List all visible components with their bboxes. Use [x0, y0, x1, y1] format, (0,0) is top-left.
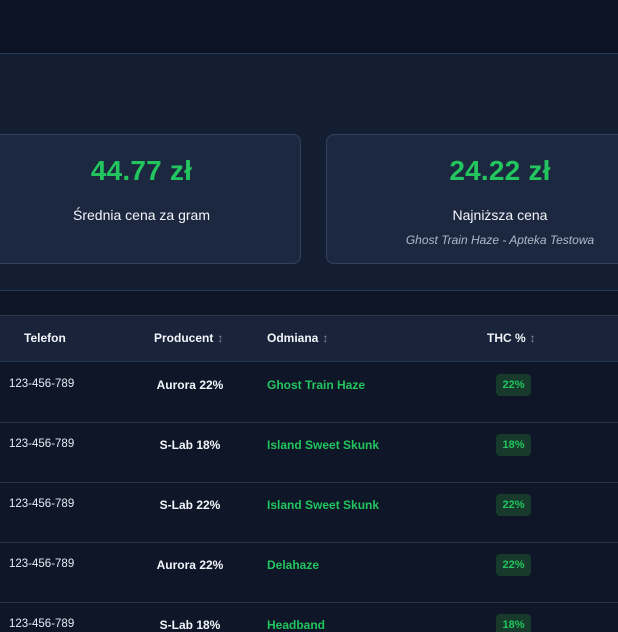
prices-table: Telefon Producent ↕ Odmiana ↕ THC % ↕ 123-4…: [0, 315, 618, 632]
table-header: Telefon Producent ↕ Odmiana ↕ THC % ↕: [0, 316, 618, 362]
header-producer-label: Producent: [154, 331, 214, 345]
phone-cell: 123-456-789: [9, 498, 75, 510]
header-phone: Telefon: [24, 331, 66, 345]
producer-cell: Aurora 22%: [156, 378, 224, 392]
phone-cell: 123-456-789: [9, 438, 75, 450]
min-price-value: 24.22 zł: [449, 155, 551, 186]
top-bar: [0, 0, 618, 54]
header-thc[interactable]: THC % ↕: [487, 331, 536, 345]
sort-icon[interactable]: ↕: [530, 331, 536, 345]
header-strain[interactable]: Odmiana ↕: [267, 331, 328, 345]
page: 44.77 zł Średnia cena za gram 24.22 zł N…: [0, 0, 618, 632]
header-thc-label: THC %: [487, 331, 526, 345]
producer-cell: Aurora 22%: [156, 558, 224, 572]
table-row[interactable]: 123-456-789 S-Lab 18% Headband 18%: [0, 602, 618, 632]
thc-badge: 22%: [496, 494, 531, 516]
table-row[interactable]: 123-456-789 Aurora 22% Ghost Train Haze …: [0, 362, 618, 423]
thc-badge: 22%: [496, 554, 531, 576]
avg-price-value: 44.77 zł: [90, 155, 193, 186]
strain-link[interactable]: Delahaze: [267, 558, 319, 572]
table-row[interactable]: 123-456-789 S-Lab 18% Island Sweet Skunk…: [0, 422, 618, 483]
avg-price-card: 44.77 zł Średnia cena za gram: [0, 134, 301, 264]
thc-badge: 22%: [496, 374, 531, 396]
strain-link[interactable]: Island Sweet Skunk: [267, 498, 379, 512]
avg-price-label: Średnia cena za gram: [73, 207, 210, 223]
producer-cell: S-Lab 22%: [159, 498, 221, 512]
header-phone-label: Telefon: [24, 331, 66, 345]
table-row[interactable]: 123-456-789 Aurora 22% Delahaze 22%: [0, 542, 618, 603]
phone-cell: 123-456-789: [9, 378, 75, 390]
min-price-source: Ghost Train Haze - Apteka Testowa: [405, 233, 595, 247]
producer-cell: S-Lab 18%: [159, 438, 221, 452]
producer-cell: S-Lab 18%: [159, 618, 221, 632]
strain-link[interactable]: Headband: [267, 618, 325, 632]
thc-badge: 18%: [496, 434, 531, 456]
phone-cell: 123-456-789: [9, 558, 75, 570]
min-price-label: Najniższa cena: [452, 207, 548, 223]
strain-link[interactable]: Island Sweet Skunk: [267, 438, 379, 452]
header-producer[interactable]: Producent ↕: [154, 331, 223, 345]
header-strain-label: Odmiana: [267, 331, 319, 345]
thc-badge: 18%: [496, 614, 531, 632]
sort-icon[interactable]: ↕: [322, 331, 328, 345]
table-row[interactable]: 123-456-789 S-Lab 22% Island Sweet Skunk…: [0, 482, 618, 543]
stats-section: 44.77 zł Średnia cena za gram 24.22 zł N…: [0, 54, 618, 291]
min-price-card: 24.22 zł Najniższa cena Ghost Train Haze…: [326, 134, 618, 264]
sort-icon[interactable]: ↕: [217, 331, 223, 345]
strain-link[interactable]: Ghost Train Haze: [267, 378, 365, 392]
phone-cell: 123-456-789: [9, 618, 75, 630]
